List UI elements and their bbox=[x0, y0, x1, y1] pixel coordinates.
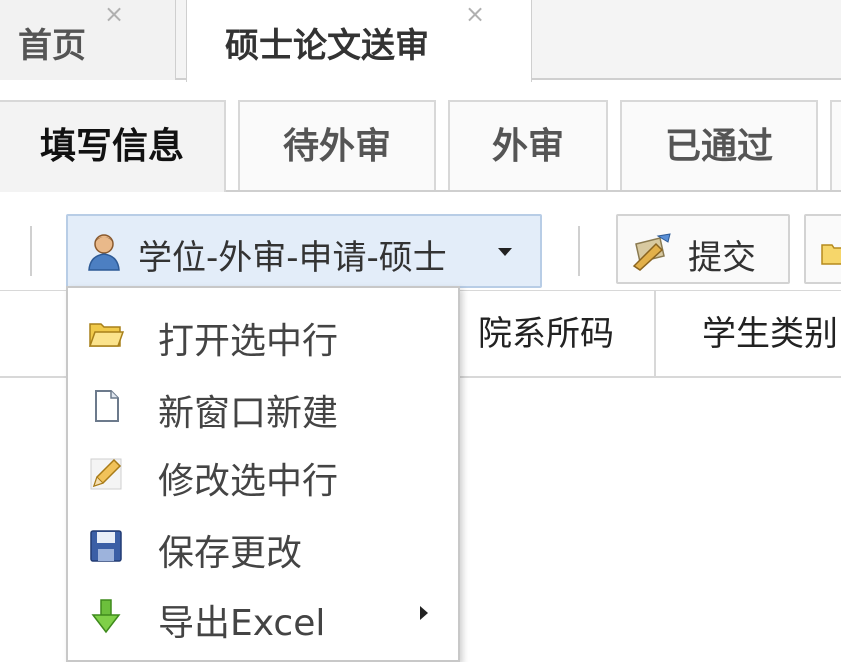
degree-menu-button[interactable]: 学位-外审-申请-硕士 bbox=[66, 214, 542, 288]
column-header-dept-code[interactable]: 院系所码 bbox=[458, 291, 656, 377]
tab-home-close-icon[interactable]: × bbox=[104, 0, 124, 28]
pen-icon bbox=[630, 230, 674, 272]
subtab-more[interactable] bbox=[830, 100, 841, 190]
tab-home[interactable]: 首页 × bbox=[0, 0, 176, 80]
column-header-student-type[interactable]: 学生类别 bbox=[656, 291, 841, 377]
menu-item-save-changes[interactable]: 保存更改 bbox=[68, 510, 458, 582]
menu-item-export-excel[interactable]: 导出Excel bbox=[68, 580, 458, 652]
tab-thesis-review[interactable]: 硕士论文送审 × bbox=[186, 0, 532, 82]
tab-thesis-review-label: 硕士论文送审 bbox=[225, 26, 429, 66]
menu-item-label: 打开选中行 bbox=[158, 321, 339, 362]
sub-tab-bar: 填写信息 待外审 外审 已通过 bbox=[0, 100, 841, 192]
submit-button-label: 提交 bbox=[688, 238, 756, 278]
degree-menu-button-label: 学位-外审-申请-硕士 bbox=[138, 238, 447, 278]
submit-button[interactable]: 提交 bbox=[616, 214, 790, 284]
menu-item-label: 修改选中行 bbox=[158, 461, 339, 502]
menu-item-edit-selected[interactable]: 修改选中行 bbox=[68, 438, 458, 510]
save-icon bbox=[88, 528, 124, 564]
menu-item-label: 保存更改 bbox=[158, 533, 303, 574]
toolbar-extra-button[interactable] bbox=[804, 214, 841, 284]
chevron-down-icon bbox=[498, 248, 512, 256]
user-icon bbox=[86, 232, 122, 272]
tab-home-label: 首页 bbox=[18, 26, 86, 66]
toolbar-separator bbox=[30, 226, 32, 276]
top-tab-bar: 首页 × 硕士论文送审 × bbox=[0, 0, 841, 82]
toolbar: 学位-外审-申请-硕士 提交 bbox=[0, 206, 841, 288]
degree-dropdown-menu: 打开选中行 新窗口新建 修改选中行 保存更改 导出Excel bbox=[66, 286, 460, 662]
subtab-pending-review[interactable]: 待外审 bbox=[238, 100, 436, 190]
new-document-icon bbox=[88, 388, 124, 424]
menu-item-label: 导出Excel bbox=[158, 603, 326, 644]
menu-item-new-window[interactable]: 新窗口新建 bbox=[68, 370, 458, 442]
menu-item-open-selected[interactable]: 打开选中行 bbox=[68, 298, 458, 370]
chevron-right-icon bbox=[420, 606, 428, 620]
menu-item-label: 新窗口新建 bbox=[158, 393, 339, 434]
pencil-icon bbox=[88, 456, 124, 492]
export-down-arrow-icon bbox=[88, 598, 124, 634]
subtab-passed[interactable]: 已通过 bbox=[620, 100, 818, 190]
folder-icon bbox=[820, 236, 841, 265]
toolbar-separator bbox=[578, 226, 580, 276]
subtab-external-review[interactable]: 外审 bbox=[448, 100, 608, 190]
folder-open-icon bbox=[88, 316, 125, 352]
subtab-fill-info[interactable]: 填写信息 bbox=[0, 100, 226, 192]
tab-thesis-review-close-icon[interactable]: × bbox=[465, 0, 485, 28]
